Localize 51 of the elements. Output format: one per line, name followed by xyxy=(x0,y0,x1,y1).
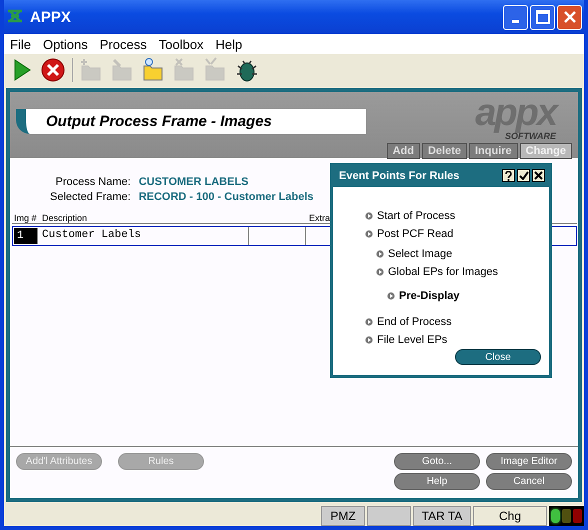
column-header: Description xyxy=(42,213,88,223)
close-button[interactable] xyxy=(532,169,545,182)
action-button[interactable]: Cancel xyxy=(486,473,572,490)
status-cell xyxy=(367,506,411,526)
field-value: CUSTOMER LABELS xyxy=(138,176,250,188)
minimize-icon xyxy=(512,20,519,22)
action-button[interactable]: Help xyxy=(394,473,480,490)
menu-item[interactable]: Help xyxy=(210,36,248,52)
confirm-button[interactable] xyxy=(517,169,530,182)
frame-title: Output Process Frame - Images xyxy=(16,109,366,134)
window-title: APPX xyxy=(30,8,71,26)
bullet-icon xyxy=(365,336,373,344)
menu-item[interactable]: Options xyxy=(36,36,94,52)
bullet-icon xyxy=(365,212,373,220)
maximize-button[interactable] xyxy=(530,4,555,30)
event-point-item[interactable]: File Level EPs xyxy=(365,331,549,349)
event-point-item[interactable]: Select Image xyxy=(376,245,549,263)
bullet-icon xyxy=(387,292,395,300)
status-cell: TAR TA xyxy=(413,506,471,526)
minimize-button[interactable] xyxy=(503,4,528,30)
event-point-item[interactable]: Global EPs for Images xyxy=(376,263,549,281)
maximize-icon xyxy=(536,10,550,24)
bullet-icon xyxy=(376,250,384,258)
logo-text: appx xyxy=(475,94,556,132)
column-header: Extra xyxy=(309,213,330,223)
event-point-item[interactable]: Pre-Display xyxy=(387,283,549,309)
logo-subtitle: SOFTWARE xyxy=(505,132,556,141)
column-header: Img # xyxy=(14,213,38,223)
action-button[interactable]: Goto... xyxy=(394,453,480,470)
field-label: Process Name: xyxy=(54,176,131,188)
field-label: Selected Frame: xyxy=(50,191,131,203)
close-icon xyxy=(562,10,576,24)
bullet-icon xyxy=(365,318,373,326)
menu-item[interactable]: Process xyxy=(94,36,153,52)
table-cell[interactable]: 1 xyxy=(14,228,38,244)
event-point-item[interactable]: Post PCF Read xyxy=(365,225,549,243)
bullet-icon xyxy=(365,230,373,238)
status-cell: Chg xyxy=(473,506,547,526)
table-cell[interactable]: Customer Labels xyxy=(39,227,249,245)
menu-item[interactable]: File xyxy=(4,36,37,52)
field-value: RECORD - 100 - Customer Labels xyxy=(138,191,314,203)
help-button[interactable] xyxy=(502,169,515,182)
stop-icon[interactable] xyxy=(39,56,67,84)
event-point-item[interactable]: Start of Process xyxy=(365,207,549,225)
bullet-icon xyxy=(376,268,384,276)
dialog-title: Event Points For Rules xyxy=(339,170,460,182)
close-dialog-button[interactable]: Close xyxy=(455,349,541,365)
action-button[interactable]: Image Editor xyxy=(486,453,572,470)
event-point-item[interactable]: End of Process xyxy=(365,313,549,331)
menu-item[interactable]: Toolbox xyxy=(152,36,210,52)
status-cell: PMZ xyxy=(321,506,365,526)
